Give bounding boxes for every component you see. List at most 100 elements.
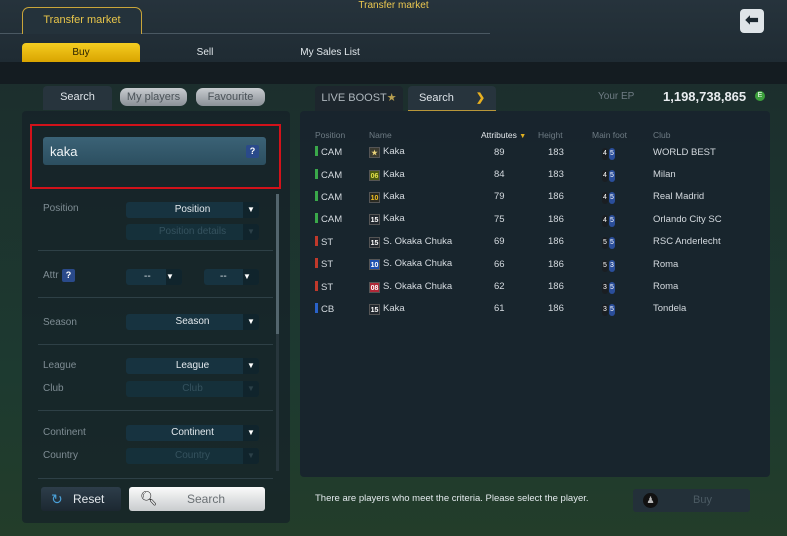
main-foot-cell: 35 <box>592 298 643 320</box>
season-badge-icon: ★ <box>369 147 380 159</box>
header-band <box>0 62 787 84</box>
attributes-cell: 89 <box>494 146 505 158</box>
position-value: CAM <box>321 191 343 203</box>
table-row[interactable]: ST 10 S. Okaka Chuka 66 186 53 Roma <box>315 253 722 275</box>
table-row[interactable]: CAM ★ Kaka 89 183 45 WORLD BEST <box>315 141 722 163</box>
main-foot-cell: 53 <box>592 253 643 275</box>
player-name: Kaka <box>383 146 405 158</box>
attr-max-dropdown[interactable]: -- ▼ <box>204 269 259 285</box>
col-attributes[interactable]: Attributes ▼ <box>481 128 538 141</box>
height-cell: 183 <box>548 146 564 158</box>
season-badge-icon: 10 <box>369 259 380 271</box>
attributes-cell: 79 <box>494 191 505 203</box>
attr-min-value: -- <box>144 271 151 282</box>
attributes-cell: 66 <box>494 258 505 270</box>
table-row[interactable]: ST 15 S. Okaka Chuka 69 186 55 RSC Anderl… <box>315 231 722 253</box>
position-value: CB <box>321 303 335 315</box>
position-cell: ST <box>315 253 369 275</box>
country-dropdown[interactable]: Country ▼ <box>126 448 259 464</box>
col-main-foot[interactable]: Main foot <box>592 128 643 141</box>
ep-value: 1,198,738,865 <box>663 89 747 104</box>
position-color-bar <box>315 258 318 269</box>
season-badge-icon: 08 <box>369 281 380 293</box>
league-label: League <box>43 360 77 371</box>
attr-min-dropdown[interactable]: -- ▼ <box>126 269 182 285</box>
right-foot-icon: 5 <box>609 304 615 317</box>
subtab-my-sales-list[interactable]: My Sales List <box>270 43 390 62</box>
season-label: Season <box>43 317 77 328</box>
name-cell: 08 S. Okaka Chuka <box>369 275 481 297</box>
season-dropdown[interactable]: Season ▼ <box>126 314 259 330</box>
col-club[interactable]: Club <box>643 128 722 141</box>
position-dropdown[interactable]: Position ▼ <box>126 202 259 218</box>
club-cell: Real Madrid <box>653 191 705 203</box>
season-value: Season <box>175 316 210 327</box>
subtab-buy[interactable]: Buy <box>22 43 140 62</box>
chevron-down-icon: ▼ <box>243 314 259 330</box>
club-dropdown[interactable]: Club ▼ <box>126 381 259 397</box>
player-name-input[interactable] <box>43 137 266 165</box>
table-row[interactable]: CAM 06 Kaka 84 183 45 Milan <box>315 163 722 185</box>
right-foot-icon: 5 <box>609 170 615 183</box>
continent-value: Continent <box>171 427 214 438</box>
position-details-dropdown[interactable]: Position details ▼ <box>126 224 259 240</box>
table-row[interactable]: ST 08 S. Okaka Chuka 62 186 35 Roma <box>315 275 722 297</box>
left-foot-icon: 4 <box>602 147 608 160</box>
attributes-cell: 61 <box>494 303 505 315</box>
scrollbar-thumb[interactable] <box>276 194 279 334</box>
subtab-sell[interactable]: Sell <box>150 43 260 62</box>
tab-live-boost[interactable]: LIVE BOOST★ <box>315 86 403 111</box>
club-cell: Roma <box>653 258 679 270</box>
help-icon[interactable]: ? <box>246 145 259 158</box>
main-foot-cell: 45 <box>592 208 643 230</box>
height-cell: 186 <box>548 303 564 315</box>
league-value: League <box>175 360 210 371</box>
table-row[interactable]: CAM 10 Kaka 79 186 45 Real Madrid <box>315 186 722 208</box>
buy-label: Buy <box>693 494 712 506</box>
position-details-value: Position details <box>158 226 227 237</box>
star-icon: ★ <box>386 92 397 104</box>
table-header: Position Name Attributes ▼ Height Main f… <box>315 128 722 141</box>
continent-dropdown[interactable]: Continent ▼ <box>126 425 259 441</box>
search-button[interactable]: 🔍︎ Search <box>129 487 265 511</box>
position-value: CAM <box>321 147 343 159</box>
right-foot-icon: 3 <box>609 259 615 272</box>
tab-transfer-market[interactable]: Transfer market <box>22 7 142 34</box>
main-foot-cell: 35 <box>592 275 643 297</box>
club-cell: Roma <box>653 281 679 293</box>
tab-my-players[interactable]: My players <box>120 88 187 106</box>
reset-button[interactable]: ↻ Reset <box>41 487 121 511</box>
ep-coin-icon: E <box>755 91 765 101</box>
main-foot-cell: 45 <box>592 141 643 163</box>
left-foot-icon: 5 <box>602 237 608 250</box>
club-label: Club <box>43 383 64 394</box>
col-position[interactable]: Position <box>315 128 369 141</box>
table-row[interactable]: CB 15 Kaka 61 186 35 Tondela <box>315 298 722 320</box>
buy-button[interactable]: ♟ Buy <box>633 489 750 512</box>
divider <box>38 250 273 251</box>
reset-label: Reset <box>73 492 105 506</box>
main-foot-cell: 45 <box>592 163 643 185</box>
attr-max-value: -- <box>220 271 227 282</box>
table-row[interactable]: CAM 15 Kaka 75 186 45 Orlando City SC <box>315 208 722 230</box>
tab-search[interactable]: Search <box>43 86 112 110</box>
position-cell: ST <box>315 275 369 297</box>
col-name[interactable]: Name <box>369 128 481 141</box>
league-dropdown[interactable]: League ▼ <box>126 358 259 374</box>
search-label: Search <box>187 492 226 506</box>
refresh-icon: ↻ <box>51 491 63 507</box>
col-height[interactable]: Height <box>538 128 592 141</box>
tab-favourite[interactable]: Favourite <box>196 88 265 106</box>
help-icon[interactable]: ? <box>62 269 75 282</box>
left-foot-icon: 3 <box>602 282 608 295</box>
position-color-bar <box>315 168 318 179</box>
height-cell: 186 <box>548 191 564 203</box>
name-cell: 15 S. Okaka Chuka <box>369 231 481 253</box>
position-value: CAM <box>321 169 343 181</box>
back-arrow-icon[interactable]: ⬅ <box>740 9 764 33</box>
chevron-right-icon: ❯ <box>475 92 486 104</box>
tab-results-search[interactable]: Search ❯ <box>408 86 496 111</box>
position-label: Position <box>43 203 79 214</box>
main-foot-cell: 45 <box>592 186 643 208</box>
position-color-bar <box>315 235 318 246</box>
